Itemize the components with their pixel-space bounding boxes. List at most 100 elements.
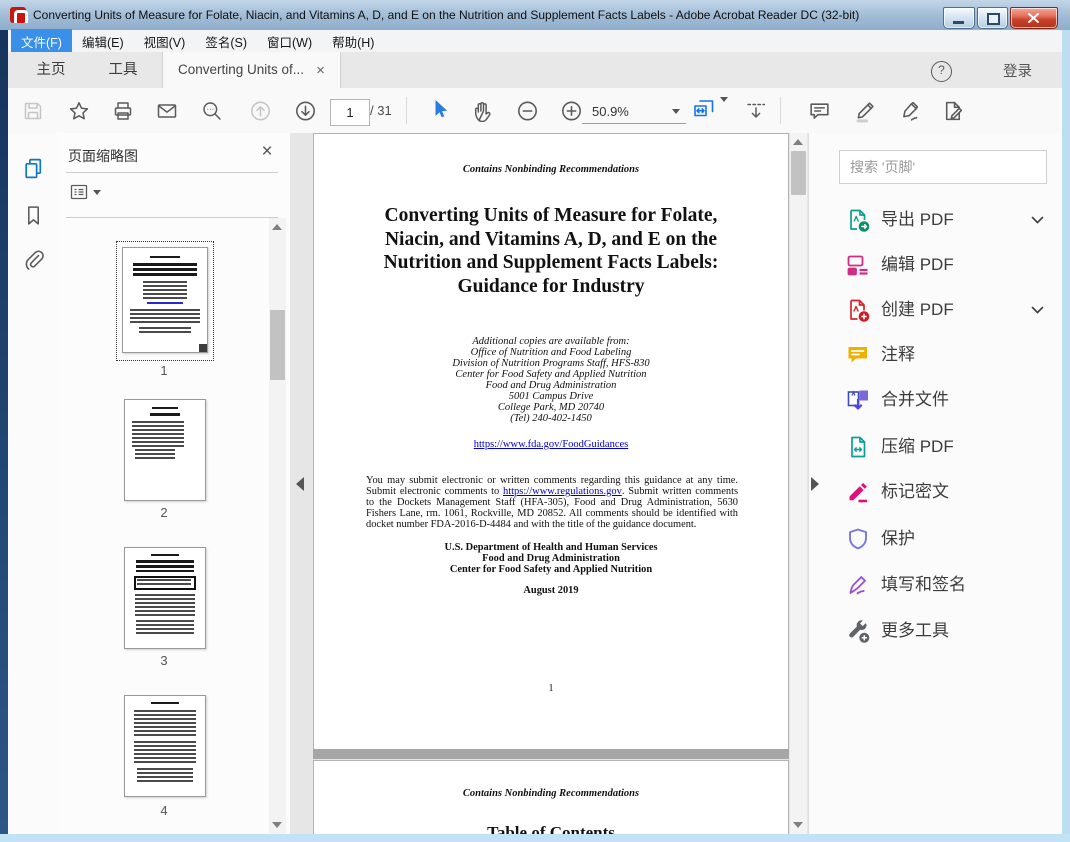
tool-label: 填写和签名	[881, 575, 966, 594]
page-header: Contains Nonbinding Recommendations	[462, 164, 640, 175]
scrolling-mode-button[interactable]	[744, 99, 768, 123]
hand-tool-button[interactable]	[472, 100, 494, 122]
maximize-button[interactable]	[977, 7, 1008, 29]
scrollbar-thumb[interactable]	[791, 151, 806, 195]
zoom-out-button[interactable]	[516, 99, 539, 122]
fit-width-button[interactable]	[692, 96, 716, 125]
search-button[interactable]	[201, 100, 223, 122]
favorites-button[interactable]	[68, 100, 90, 122]
thumbnail-label: 4	[160, 803, 168, 818]
pdf-page-1: Contains Nonbinding Recommendations Conv…	[313, 133, 789, 750]
highlight-button[interactable]	[854, 99, 877, 122]
menu-help[interactable]: 帮助(H)	[322, 29, 384, 54]
page-number-input[interactable]	[330, 99, 370, 126]
close-icon	[1028, 13, 1039, 23]
tool-edit-pdf[interactable]: 编辑 PDF	[809, 248, 1062, 282]
zoom-level-select[interactable]: 50.9%	[582, 99, 686, 124]
chevron-down-icon	[720, 96, 728, 119]
save-button[interactable]	[22, 100, 44, 122]
divider	[66, 172, 278, 173]
tool-protect[interactable]: 保护	[809, 522, 1062, 556]
fit-width-icon	[694, 99, 714, 116]
minimize-button[interactable]	[943, 7, 975, 29]
pdf-page-2: Contains Nonbinding Recommendations Tabl…	[313, 760, 789, 834]
panel-close-icon[interactable]: ×	[256, 141, 278, 163]
close-button[interactable]	[1010, 7, 1058, 29]
edit-page-button[interactable]	[942, 99, 965, 122]
tool-label: 标记密文	[881, 482, 949, 501]
menu-edit[interactable]: 编辑(E)	[72, 29, 134, 54]
tool-export-pdf[interactable]: 导出 PDF	[809, 203, 1062, 237]
tab-document-label: Converting Units of...	[178, 62, 305, 77]
page-separator	[313, 749, 789, 759]
tool-comment[interactable]: 注释	[809, 338, 1062, 372]
menu-window[interactable]: 窗口(W)	[257, 29, 322, 54]
window-title: Converting Units of Measure for Folate, …	[33, 8, 860, 22]
help-icon[interactable]: ?	[931, 61, 952, 82]
thumbnail-label: 2	[160, 505, 168, 520]
sign-in-link[interactable]: 登录	[1003, 60, 1032, 81]
fda-guidances-link[interactable]: https://www.fda.gov/FoodGuidances	[474, 439, 628, 450]
tool-create-pdf[interactable]: 创建 PDF	[809, 293, 1062, 327]
menu-file[interactable]: 文件(F)	[11, 28, 72, 54]
thumbnail-options-button[interactable]	[70, 184, 101, 200]
menu-sign[interactable]: 签名(S)	[195, 29, 257, 54]
menu-view[interactable]: 视图(V)	[134, 29, 196, 54]
org-block: U.S. Department of Health and Human Serv…	[444, 542, 658, 575]
scroll-up-icon[interactable]	[272, 224, 282, 230]
thumbnail-page-1[interactable]	[116, 241, 214, 361]
tab-document[interactable]: Converting Units of... ×	[162, 52, 341, 88]
thumbnail-page-2[interactable]	[124, 399, 206, 501]
scrollbar-thumb[interactable]	[270, 310, 285, 380]
paperclip-icon	[25, 250, 44, 270]
tool-label: 保护	[881, 529, 915, 548]
chevron-down-icon	[672, 108, 680, 114]
page-thumbnails-panel-button[interactable]	[22, 157, 45, 185]
print-button[interactable]	[112, 100, 134, 122]
thumbnail-label: 1	[160, 363, 168, 378]
divider	[66, 217, 278, 218]
panel-title: 页面缩略图	[68, 148, 138, 164]
tab-home[interactable]: 主页	[20, 52, 82, 88]
thumbnail-page-3[interactable]	[124, 547, 206, 649]
more-tools-icon	[849, 620, 870, 643]
tab-close-icon[interactable]: ×	[316, 63, 325, 78]
next-page-button[interactable]	[294, 99, 317, 122]
select-tool-button[interactable]	[428, 97, 450, 124]
previous-page-button[interactable]	[249, 99, 272, 122]
collapse-left-panel-icon[interactable]	[296, 477, 304, 491]
bookmarks-panel-button[interactable]	[22, 204, 45, 227]
zoom-in-button[interactable]	[560, 99, 583, 122]
thumbnails-scrollbar[interactable]	[269, 218, 286, 834]
tool-label: 合并文件	[881, 390, 949, 409]
regulations-gov-link[interactable]: https://www.regulations.gov	[503, 486, 622, 497]
thumbnail-page-4[interactable]	[124, 695, 206, 797]
protect-icon	[849, 528, 867, 550]
thumbnail-corner-marker	[199, 344, 207, 352]
tool-combine-files[interactable]: 合并文件	[809, 383, 1062, 417]
document-scrollbar[interactable]	[790, 133, 807, 834]
tab-tools[interactable]: 工具	[92, 52, 154, 88]
tools-search-input[interactable]	[839, 150, 1047, 184]
attachments-panel-button[interactable]	[22, 249, 45, 272]
scroll-up-icon[interactable]	[793, 139, 803, 145]
tool-redact[interactable]: 标记密文	[809, 475, 1062, 509]
comment-button[interactable]	[808, 99, 831, 122]
export-pdf-icon	[850, 209, 870, 232]
tool-more-tools[interactable]: 更多工具	[809, 614, 1062, 648]
thumbnail-label: 3	[160, 653, 168, 668]
toolbar-separator	[406, 97, 407, 124]
window-frame-left	[0, 30, 8, 834]
sign-button[interactable]	[898, 99, 921, 122]
tool-label: 编辑 PDF	[881, 255, 954, 274]
scroll-down-icon[interactable]	[272, 822, 282, 828]
tool-fill-sign[interactable]: 填写和签名	[809, 568, 1062, 602]
scroll-down-icon[interactable]	[793, 822, 803, 828]
tool-compress-pdf[interactable]: 压缩 PDF	[809, 430, 1062, 464]
fit-options-caret[interactable]	[720, 96, 728, 120]
tools-panel: 导出 PDF 编辑 PDF 创建 PDF 注释 合并文件	[808, 133, 1062, 834]
minimize-icon	[953, 21, 964, 24]
tool-label: 压缩 PDF	[881, 437, 954, 456]
hand-icon	[474, 101, 491, 122]
email-button[interactable]	[156, 100, 178, 122]
